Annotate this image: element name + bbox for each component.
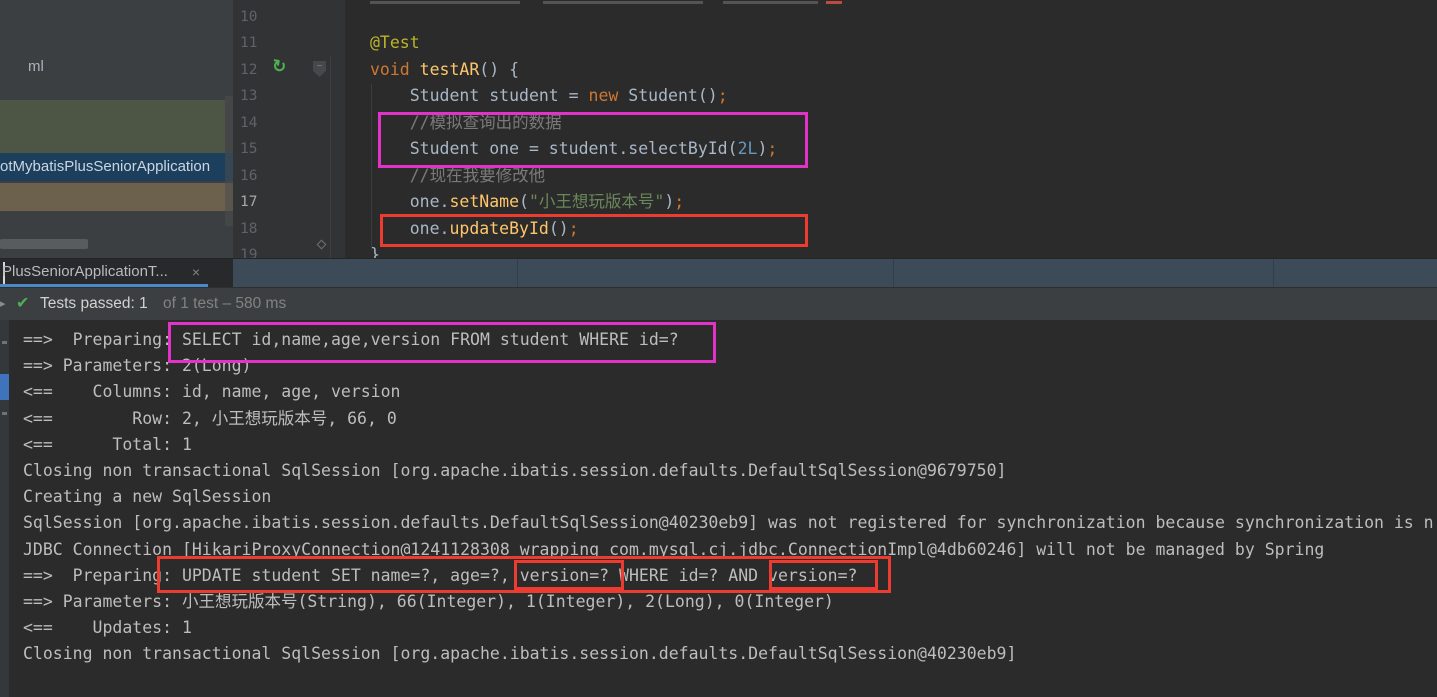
tree-row-highlight-olive[interactable]	[0, 100, 225, 153]
code-token: setName	[449, 192, 519, 211]
console-line: ==> Parameters: 2(Long)	[23, 353, 1437, 379]
console-line: ==> Preparing: UPDATE student SET name=?…	[23, 563, 1437, 589]
console-line: <== Columns: id, name, age, version	[23, 379, 1437, 405]
code-token: )	[757, 139, 767, 158]
console-line: Closing non transactional SqlSession [or…	[23, 641, 1437, 667]
clipped-code-fragment	[543, 1, 703, 4]
line-number: 18	[233, 216, 345, 242]
band-separator	[1273, 259, 1274, 288]
code-token: @Test	[370, 33, 420, 52]
code-line: void testAR() {	[345, 57, 1437, 83]
code-line: //模拟查询出的数据	[345, 110, 1437, 136]
code-token: ;	[569, 219, 579, 238]
code-line: //现在我要修改他	[345, 163, 1437, 189]
console-line: <== Updates: 1	[23, 615, 1437, 641]
project-tree-panel: ml otMybatisPlusSeniorApplication	[0, 0, 233, 258]
code-token: ()	[549, 219, 569, 238]
console-line: <== Row: 2, 小王想玩版本号, 66, 0	[23, 406, 1437, 432]
tests-passed-label: Tests passed: 1	[40, 295, 148, 313]
console-line: JDBC Connection [HikariProxyConnection@1…	[23, 537, 1437, 563]
line-number: 11	[233, 30, 345, 56]
code-token: 2L	[738, 139, 758, 158]
code-token: //现在我要修改他	[370, 166, 545, 185]
chevron-icon[interactable]: ▸	[0, 297, 6, 310]
clipped-code-fragment	[370, 1, 520, 4]
code-line: one.updateById();	[345, 216, 1437, 242]
editor-gutter: 10111213141516171819	[233, 0, 345, 258]
tree-vertical-scrollbar[interactable]	[225, 96, 233, 226]
code-line: }	[345, 242, 1437, 258]
code-line: @Test	[345, 30, 1437, 56]
code-editor[interactable]: 10111213141516171819 ↻ − @Testvoid testA…	[233, 0, 1437, 258]
code-token: (	[519, 192, 529, 211]
console-line: ==> Parameters: 小王想玩版本号(String), 66(Inte…	[23, 589, 1437, 615]
code-line: Student student = new Student();	[345, 83, 1437, 109]
code-token: updateById	[449, 219, 548, 238]
run-console[interactable]: ==> Preparing: SELECT id,name,age,versio…	[0, 320, 1437, 697]
code-token: one.	[370, 192, 449, 211]
band-separator	[517, 259, 518, 288]
code-token: ;	[718, 86, 728, 105]
indent-guide-line	[371, 84, 372, 250]
clipped-code-fragment-red	[826, 1, 842, 4]
console-line: SqlSession [org.apache.ibatis.session.de…	[23, 510, 1437, 536]
code-token: one.	[370, 219, 449, 238]
run-test-gutter-icon[interactable]: ↻	[267, 55, 290, 78]
line-number: 17	[233, 189, 345, 215]
code-token: ;	[674, 192, 684, 211]
code-line: Student one = student.selectById(2L);	[345, 136, 1437, 162]
code-token: ;	[767, 139, 777, 158]
code-token: () {	[479, 60, 519, 79]
console-line: Closing non transactional SqlSession [or…	[23, 458, 1437, 484]
clipped-code-fragment	[723, 1, 818, 4]
tree-row-highlight-tan[interactable]	[0, 183, 233, 211]
editor-code-area[interactable]: @Test void testAR() { Student student = n…	[345, 0, 1437, 258]
line-number: 13	[233, 83, 345, 109]
code-token: "小王想玩版本号"	[529, 192, 664, 211]
line-number: 19	[233, 242, 345, 258]
line-number: 16	[233, 163, 345, 189]
line-number: 15	[233, 136, 345, 162]
test-status-bar: ▸ ✔ Tests passed: 1 of 1 test – 580 ms	[0, 287, 1437, 320]
console-line: Creating a new SqlSession	[23, 484, 1437, 510]
band-separator	[893, 259, 894, 288]
tree-horizontal-scrollbar[interactable]	[0, 239, 88, 249]
test-passed-check-icon: ✔	[16, 293, 29, 313]
run-tab-label[interactable]: PlusSeniorApplicationT...	[2, 259, 168, 284]
run-tab[interactable]: PlusSeniorApplicationT... ×	[0, 259, 233, 288]
close-icon[interactable]: ×	[188, 260, 204, 284]
console-line: ==> Preparing: SELECT id,name,age,versio…	[23, 327, 1437, 353]
code-line: one.setName("小王想玩版本号");	[345, 189, 1437, 215]
code-token: testAR	[420, 60, 480, 79]
console-line: <== Total: 1	[23, 432, 1437, 458]
code-token: new	[589, 86, 619, 105]
gutter-fold-line	[330, 56, 331, 258]
code-token: //模拟查询出的数据	[370, 113, 562, 132]
code-token: )	[664, 192, 674, 211]
code-token: Student student =	[370, 86, 589, 105]
code-token: Student()	[618, 86, 717, 105]
code-line	[345, 4, 1437, 30]
line-number: 14	[233, 110, 345, 136]
tests-passed-detail: of 1 test – 580 ms	[163, 295, 286, 313]
code-token: Student one = student.selectById(	[370, 139, 738, 158]
code-token: void	[370, 60, 420, 79]
line-number: 10	[233, 4, 345, 30]
tree-item-selected[interactable]: otMybatisPlusSeniorApplication	[0, 153, 233, 181]
ide-window: ml otMybatisPlusSeniorApplication 101112…	[0, 0, 1437, 697]
run-toolwindow-tab-bar: PlusSeniorApplicationT... ×	[0, 258, 1437, 287]
console-log-lines: ==> Preparing: SELECT id,name,age,versio…	[0, 320, 1437, 667]
tree-item-partial[interactable]: ml	[28, 58, 44, 75]
